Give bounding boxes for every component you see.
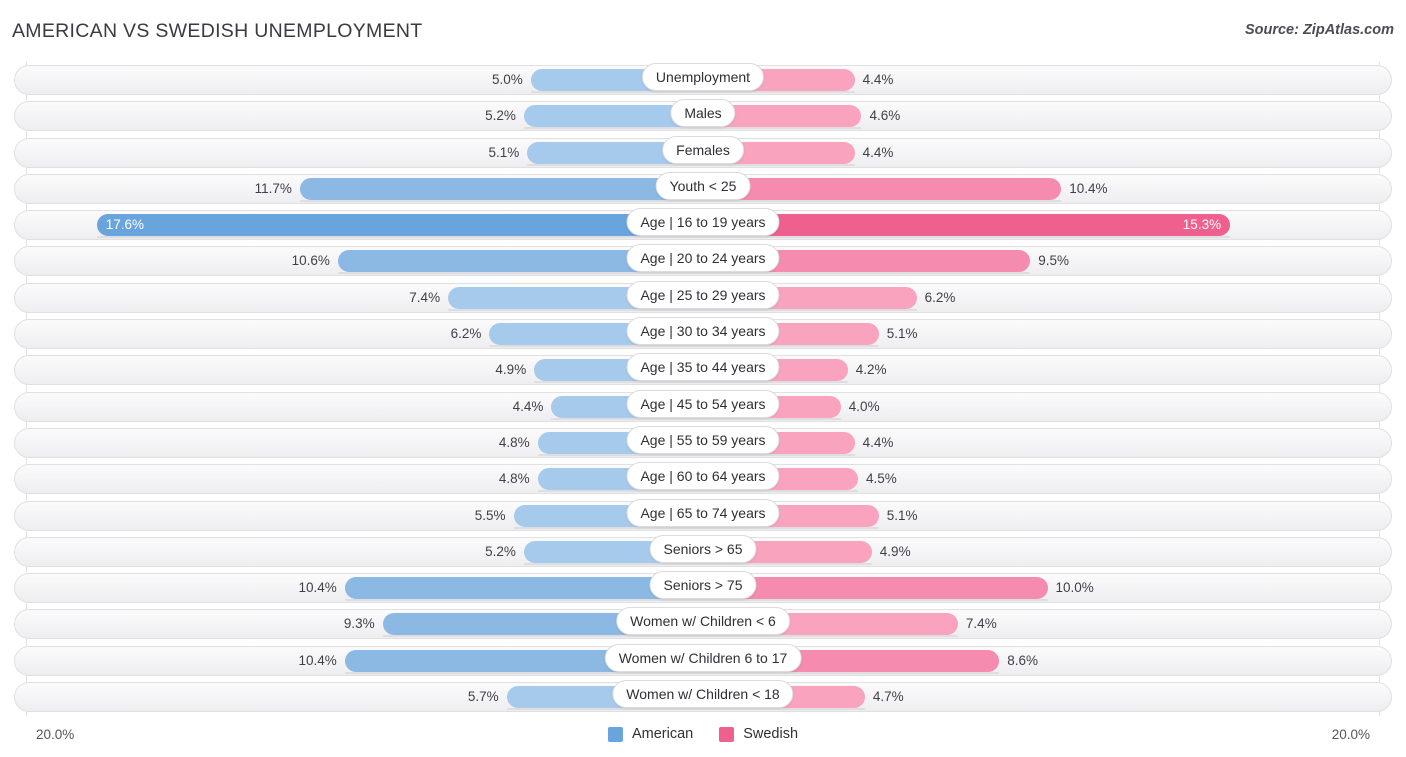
row-category-label[interactable]: Age | 65 to 74 years [626, 498, 780, 527]
bar-value-swedish: 4.4% [862, 434, 894, 450]
bar-value-swedish: 4.9% [879, 543, 911, 559]
bar-swedish[interactable]: 15.3% [703, 214, 1231, 239]
chart-row: 4.8% 4.5% Age | 60 to 64 years [14, 461, 1392, 497]
axis-max-right: 20.0% [1331, 727, 1370, 742]
row-category-label[interactable]: Seniors > 75 [649, 571, 757, 600]
bar-value-american: 5.0% [491, 72, 523, 87]
row-category-label[interactable]: Age | 55 to 59 years [626, 425, 780, 454]
bar-value-american: 10.4% [298, 652, 337, 668]
bar-value-swedish: 4.4% [862, 144, 894, 160]
bar-value-american: 10.6% [291, 253, 330, 269]
bar-value-swedish: 4.2% [855, 362, 887, 378]
chart-row: 17.6% 15.3% Age | 16 to 19 years [14, 207, 1392, 243]
bar-value-swedish: 10.4% [1069, 180, 1108, 196]
source-attribution: Source: ZipAtlas.com [1244, 22, 1394, 38]
row-category-label[interactable]: Females [662, 135, 744, 164]
bar-value-american: 17.6% [105, 217, 144, 233]
bar-value-american: 5.5% [474, 507, 506, 523]
page-title: AMERICAN VS SWEDISH UNEMPLOYMENT [12, 20, 423, 42]
bar-value-american: 4.9% [495, 362, 527, 378]
bar-value-swedish: 4.0% [848, 398, 880, 414]
legend-swatch-swedish [719, 726, 735, 742]
bar-value-swedish: 6.2% [924, 289, 956, 305]
bar-american[interactable] [299, 177, 704, 202]
chart-rows: 5.0% 4.4% Unemployment 5.2% 4.6% Males 5.1% 4.4… [14, 62, 1392, 715]
bar-value-american: 5.7% [467, 689, 499, 705]
chart-row: 5.2% 4.9% Seniors > 65 [14, 534, 1392, 570]
bar-american[interactable]: 17.6% [96, 214, 704, 239]
bar-value-swedish: 5.1% [886, 326, 918, 342]
bar-value-american: 7.4% [409, 289, 441, 305]
row-category-label[interactable]: Age | 20 to 24 years [626, 244, 780, 273]
chart-footer: 20.0% 20.0% American Swedish [0, 716, 1406, 757]
bar-value-swedish: 8.6% [1007, 652, 1039, 668]
axis-max-left: 20.0% [36, 727, 75, 742]
chart-page: AMERICAN VS SWEDISH UNEMPLOYMENT Source:… [0, 0, 1406, 757]
bar-value-american: 9.3% [343, 616, 375, 632]
bar-value-swedish: 4.7% [872, 689, 904, 705]
row-category-label[interactable]: Women w/ Children < 18 [612, 680, 794, 709]
chart-row: 7.4% 6.2% Age | 25 to 29 years [14, 280, 1392, 316]
legend-label: Swedish [743, 726, 799, 742]
bar-value-swedish: 4.5% [866, 471, 897, 487]
chart-row: 5.2% 4.6% Males [14, 98, 1392, 134]
row-category-label[interactable]: Seniors > 65 [649, 534, 757, 563]
chart-row: 10.4% 10.0% Seniors > 75 [14, 570, 1392, 606]
bar-value-swedish: 4.6% [869, 108, 901, 124]
row-category-label[interactable]: Age | 35 to 44 years [626, 353, 780, 382]
bar-value-swedish: 10.0% [1055, 580, 1094, 596]
chart-row: 9.3% 7.4% Women w/ Children < 6 [14, 606, 1392, 642]
chart-plot-area: 5.0% 4.4% Unemployment 5.2% 4.6% Males 5.1% 4.4… [14, 62, 1392, 716]
chart-row: 5.1% 4.4% Females [14, 135, 1392, 171]
bar-value-swedish: 7.4% [965, 616, 997, 632]
row-category-label[interactable]: Age | 45 to 54 years [626, 389, 780, 418]
row-category-label[interactable]: Age | 25 to 29 years [626, 280, 780, 309]
row-category-label[interactable]: Age | 30 to 34 years [626, 317, 780, 346]
chart-row: 10.4% 8.6% Women w/ Children 6 to 17 [14, 643, 1392, 679]
bar-value-american: 11.7% [254, 180, 292, 196]
legend-item[interactable]: American [607, 726, 694, 742]
bar-value-american: 4.8% [498, 471, 530, 487]
row-category-label[interactable]: Unemployment [641, 63, 765, 91]
chart-row: 11.7% 10.4% Youth < 25 [14, 171, 1392, 207]
bar-value-american: 4.4% [512, 398, 544, 414]
bar-value-american: 5.1% [488, 144, 520, 160]
bar-value-american: 4.8% [498, 434, 530, 450]
legend-swatch-american [607, 726, 623, 742]
legend-item[interactable]: Swedish [719, 726, 798, 742]
bar-value-swedish: 5.1% [886, 507, 918, 523]
chart-row: 5.5% 5.1% Age | 65 to 74 years [14, 498, 1392, 534]
row-category-label[interactable]: Age | 60 to 64 years [626, 462, 780, 491]
row-category-label[interactable]: Youth < 25 [655, 171, 751, 200]
chart-header: AMERICAN VS SWEDISH UNEMPLOYMENT Source:… [0, 0, 1406, 62]
bar-value-american: 10.4% [298, 580, 337, 596]
chart-row: 4.9% 4.2% Age | 35 to 44 years [14, 352, 1392, 388]
bar-swedish[interactable] [703, 177, 1062, 202]
bar-value-swedish: 9.5% [1038, 253, 1070, 269]
chart-row: 10.6% 9.5% Age | 20 to 24 years [14, 243, 1392, 279]
bar-value-american: 6.2% [450, 326, 482, 342]
row-category-label[interactable]: Age | 16 to 19 years [626, 208, 780, 237]
bar-value-swedish: 15.3% [1182, 217, 1222, 233]
chart-row: 6.2% 5.1% Age | 30 to 34 years [14, 316, 1392, 352]
row-category-label[interactable]: Women w/ Children 6 to 17 [604, 643, 802, 672]
bar-value-american: 5.2% [485, 108, 516, 124]
bar-value-american: 5.2% [485, 543, 516, 559]
chart-row: 4.8% 4.4% Age | 55 to 59 years [14, 425, 1392, 461]
chart-row: 4.4% 4.0% Age | 45 to 54 years [14, 389, 1392, 425]
chart-legend: American Swedish [607, 726, 798, 742]
legend-label: American [631, 726, 694, 742]
row-category-label[interactable]: Males [670, 99, 736, 128]
chart-row: 5.0% 4.4% Unemployment [14, 62, 1392, 98]
row-category-label[interactable]: Women w/ Children < 6 [616, 607, 790, 636]
chart-row: 5.7% 4.7% Women w/ Children < 18 [14, 679, 1392, 715]
bar-value-swedish: 4.4% [862, 72, 894, 87]
